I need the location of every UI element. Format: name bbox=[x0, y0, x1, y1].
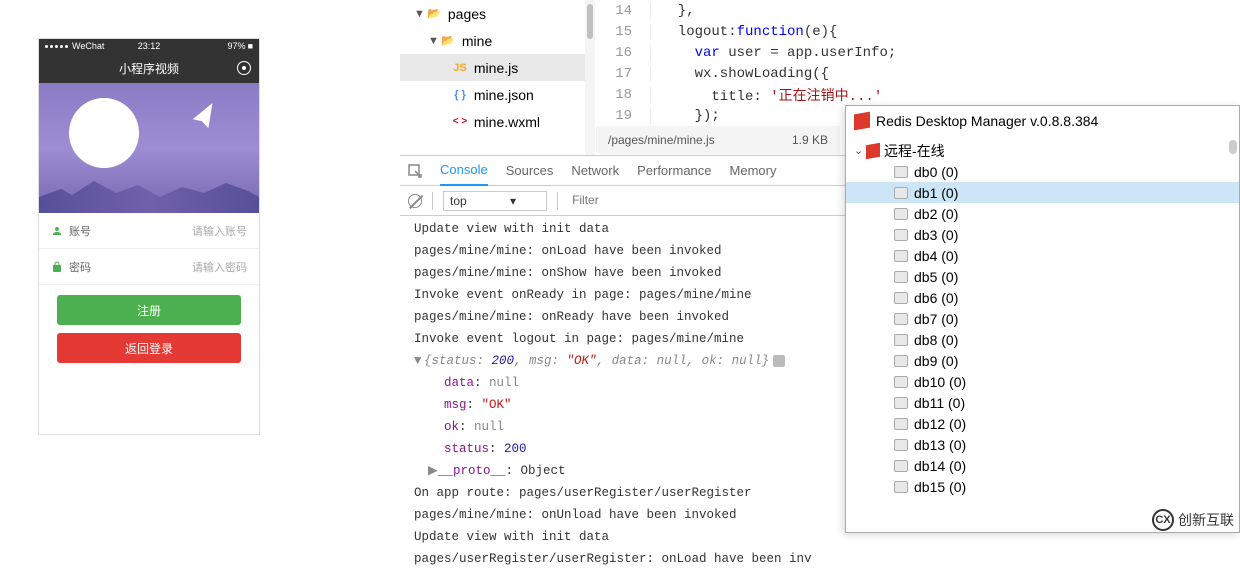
console-line: On app route: pages/userRegister/userReg… bbox=[400, 482, 845, 504]
redis-title-text: Redis Desktop Manager v.0.8.8.384 bbox=[876, 113, 1098, 129]
back-login-button[interactable]: 返回登录 bbox=[57, 333, 241, 363]
console-object[interactable]: ▼{status: 200, msg: "OK", data: null, ok… bbox=[400, 350, 845, 372]
folder-mine[interactable]: ▼📂 mine bbox=[400, 27, 595, 54]
redis-db-5[interactable]: db5 (0) bbox=[846, 266, 1239, 287]
time-label: 23:12 bbox=[138, 41, 161, 51]
code-line-16[interactable]: 16 var user = app.userInfo; bbox=[596, 42, 1240, 63]
phone-nav-bar: 小程序视频 bbox=[39, 53, 259, 83]
phone-simulator: WeChat 23:12 97%■ 小程序视频 账号 请输入账号 密码 请输入密… bbox=[38, 38, 260, 435]
password-row[interactable]: 密码 请输入密码 bbox=[39, 249, 259, 285]
console-toolbar: top ▾ bbox=[400, 186, 845, 216]
console-property[interactable]: msg: "OK" bbox=[400, 394, 845, 416]
console-filter-input[interactable] bbox=[568, 191, 837, 210]
tab-console[interactable]: Console bbox=[440, 156, 488, 186]
devtools-panel: Console Sources Network Performance Memory t… bbox=[400, 155, 845, 537]
folder-pages[interactable]: ▼📂 pages bbox=[400, 0, 595, 27]
redis-db-1[interactable]: db1 (0) bbox=[846, 182, 1239, 203]
redis-db-6[interactable]: db6 (0) bbox=[846, 287, 1239, 308]
user-icon bbox=[51, 225, 63, 237]
console-property[interactable]: data: null bbox=[400, 372, 845, 394]
editor-footer: /pages/mine/mine.js 1.9 KB bbox=[596, 126, 840, 154]
carrier-label: WeChat bbox=[72, 41, 104, 51]
header-illustration bbox=[39, 83, 259, 213]
redis-db-7[interactable]: db7 (0) bbox=[846, 308, 1239, 329]
redis-db-9[interactable]: db9 (0) bbox=[846, 350, 1239, 371]
code-line-17[interactable]: 17 wx.showLoading({ bbox=[596, 63, 1240, 84]
console-output[interactable]: Update view with init datapages/mine/min… bbox=[400, 216, 845, 572]
redis-db-13[interactable]: db13 (0) bbox=[846, 434, 1239, 455]
redis-db-10[interactable]: db10 (0) bbox=[846, 371, 1239, 392]
file-mine-json[interactable]: { } mine.json bbox=[400, 81, 595, 108]
redis-db-14[interactable]: db14 (0) bbox=[846, 455, 1239, 476]
account-placeholder: 请输入账号 bbox=[192, 223, 247, 239]
redis-db-11[interactable]: db11 (0) bbox=[846, 392, 1239, 413]
code-line-15[interactable]: 15 logout:function(e){ bbox=[596, 21, 1240, 42]
console-line: Invoke event logout in page: pages/mine/… bbox=[400, 328, 845, 350]
password-label: 密码 bbox=[69, 259, 91, 275]
console-property[interactable]: status: 200 bbox=[400, 438, 845, 460]
capsule-icon[interactable] bbox=[237, 61, 251, 75]
redis-db-15[interactable]: db15 (0) bbox=[846, 476, 1239, 497]
code-line-18[interactable]: 18 title: '正在注销中...' bbox=[596, 84, 1240, 105]
console-proto[interactable]: ▶__proto__: Object bbox=[400, 460, 845, 482]
redis-db-3[interactable]: db3 (0) bbox=[846, 224, 1239, 245]
redis-server-node[interactable]: ⌄远程-在线 bbox=[846, 140, 1239, 161]
account-label: 账号 bbox=[69, 223, 91, 239]
console-line: pages/mine/mine: onShow have been invoke… bbox=[400, 262, 845, 284]
clear-console-icon[interactable] bbox=[408, 194, 422, 208]
file-path: /pages/mine/mine.js bbox=[608, 133, 792, 147]
redis-db-12[interactable]: db12 (0) bbox=[846, 413, 1239, 434]
watermark-icon: CX bbox=[1152, 509, 1174, 531]
code-line-14[interactable]: 14 }, bbox=[596, 0, 1240, 21]
file-size: 1.9 KB bbox=[792, 133, 828, 147]
console-property[interactable]: ok: null bbox=[400, 416, 845, 438]
lock-icon bbox=[51, 261, 63, 273]
account-row[interactable]: 账号 请输入账号 bbox=[39, 213, 259, 249]
console-line: Update view with init data bbox=[400, 526, 845, 548]
console-line: pages/userRegister/userRegister: onLoad … bbox=[400, 548, 845, 570]
redis-app-icon bbox=[854, 112, 870, 131]
file-mine-wxml[interactable]: < > mine.wxml bbox=[400, 108, 595, 135]
redis-db-8[interactable]: db8 (0) bbox=[846, 329, 1239, 350]
file-explorer: ▼📂 pages▼📂 mineJS mine.js{ } mine.json< … bbox=[400, 0, 595, 155]
tab-performance[interactable]: Performance bbox=[637, 156, 711, 186]
redis-db-2[interactable]: db2 (0) bbox=[846, 203, 1239, 224]
console-line: Invoke event onReady in page: pages/mine… bbox=[400, 284, 845, 306]
phone-status-bar: WeChat 23:12 97%■ bbox=[39, 39, 259, 53]
file-mine-js[interactable]: JS mine.js bbox=[400, 54, 595, 81]
devtools-tabs: Console Sources Network Performance Memory bbox=[400, 156, 845, 186]
register-button[interactable]: 注册 bbox=[57, 295, 241, 325]
redis-db-4[interactable]: db4 (0) bbox=[846, 245, 1239, 266]
context-selector[interactable]: top ▾ bbox=[443, 191, 547, 211]
console-line: pages/mine/mine: onUnload have been invo… bbox=[400, 504, 845, 526]
watermark: CX 创新互联 bbox=[1152, 509, 1234, 531]
redis-title-bar: Redis Desktop Manager v.0.8.8.384 bbox=[846, 106, 1239, 136]
tab-memory[interactable]: Memory bbox=[730, 156, 777, 186]
password-placeholder: 请输入密码 bbox=[192, 259, 247, 275]
console-line: pages/mine/mine: onReady have been invok… bbox=[400, 306, 845, 328]
redis-scrollbar[interactable] bbox=[1229, 140, 1237, 154]
inspect-icon[interactable] bbox=[408, 164, 422, 178]
tab-network[interactable]: Network bbox=[571, 156, 619, 186]
redis-db-0[interactable]: db0 (0) bbox=[846, 161, 1239, 182]
redis-desktop-manager: Redis Desktop Manager v.0.8.8.384 ⌄远程-在线… bbox=[845, 105, 1240, 533]
tab-sources[interactable]: Sources bbox=[506, 156, 554, 186]
page-title: 小程序视频 bbox=[119, 60, 179, 77]
file-explorer-scrollbar[interactable] bbox=[585, 0, 595, 155]
console-line: Update view with init data bbox=[400, 218, 845, 240]
console-line: pages/mine/mine: onLoad have been invoke… bbox=[400, 240, 845, 262]
